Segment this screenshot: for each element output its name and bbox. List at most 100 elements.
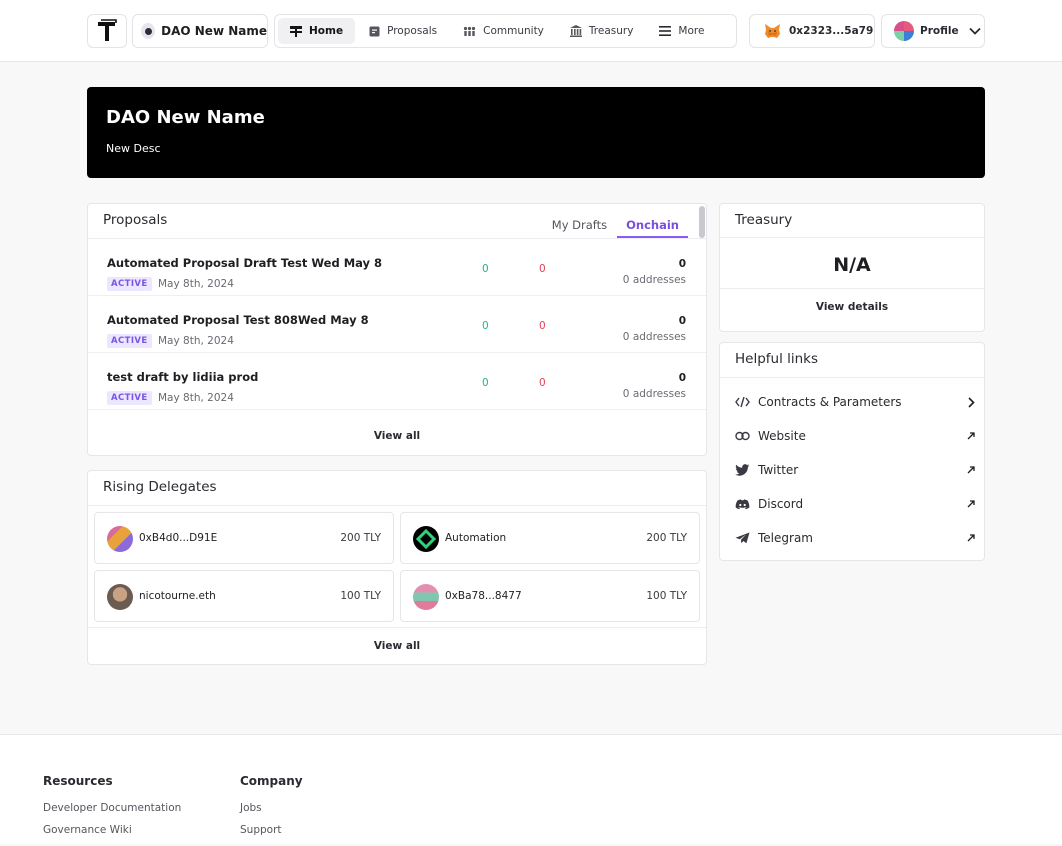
treasury-icon [569, 25, 582, 37]
page-footer: Resources Developer Documentation Govern… [0, 734, 1062, 844]
proposal-date: May 8th, 2024 [158, 335, 234, 347]
votes-for: 0 [482, 263, 489, 275]
link-discord[interactable]: Discord [735, 494, 975, 514]
dao-avatar-icon [141, 23, 156, 39]
treasury-header: Treasury [720, 204, 984, 238]
total-votes: 0 [678, 372, 686, 384]
links-title: Helpful links [735, 351, 819, 367]
external-arrow-icon [967, 466, 975, 474]
wallet-button[interactable]: 0x2323...5a79 [749, 14, 875, 48]
code-icon [735, 396, 750, 408]
delegate-name: nicotourne.eth [139, 590, 216, 602]
dao-selector[interactable]: DAO New Name [132, 14, 268, 48]
total-votes: 0 [678, 315, 686, 327]
treasury-view-details[interactable]: View details [720, 301, 984, 313]
treasury-divider [720, 288, 984, 289]
delegate-amount: 200 TLY [646, 532, 687, 544]
rising-delegates-card: Rising Delegates 0xB4d0...D91E 200 TLY A… [87, 470, 707, 665]
link-contracts-parameters[interactable]: Contracts & Parameters [735, 392, 975, 412]
voter-addresses: 0 addresses [622, 331, 686, 343]
delegate-name: 0xBa78...8477 [445, 590, 522, 602]
external-arrow-icon [967, 534, 975, 542]
chevron-right-icon [968, 396, 975, 408]
status-badge: ACTIVE [107, 391, 152, 405]
votes-for: 0 [482, 377, 489, 389]
voter-addresses: 0 addresses [622, 274, 686, 286]
delegate-amount: 100 TLY [340, 590, 381, 602]
proposal-date: May 8th, 2024 [158, 392, 234, 404]
community-icon [464, 26, 476, 36]
proposals-title: Proposals [103, 212, 168, 228]
nav-more-label: More [678, 25, 705, 37]
telegram-icon [735, 532, 750, 544]
status-badge: ACTIVE [107, 334, 152, 348]
delegate-card[interactable]: nicotourne.eth 100 TLY [94, 570, 394, 622]
nav-more[interactable]: More [647, 18, 716, 44]
wallet-address: 0x2323...5a79 [789, 25, 874, 37]
links-header: Helpful links [720, 343, 984, 378]
proposal-date: May 8th, 2024 [158, 278, 234, 290]
footer-link-support[interactable]: Support [240, 824, 303, 836]
link-telegram[interactable]: Telegram [735, 528, 975, 548]
link-website[interactable]: Website [735, 426, 975, 446]
footer-link-governance-wiki[interactable]: Governance Wiki [43, 824, 181, 836]
delegates-divider [88, 627, 706, 628]
proposal-name: Automated Proposal Test 808Wed May 8 [107, 313, 369, 327]
nav-proposals[interactable]: Proposals [357, 18, 449, 44]
footer-company-title: Company [240, 774, 303, 788]
delegates-view-all[interactable]: View all [88, 640, 706, 652]
footer-resources: Resources Developer Documentation Govern… [43, 774, 181, 846]
delegate-name: Automation [445, 532, 507, 544]
tally-logo-icon [98, 19, 117, 41]
proposals-card: Proposals My Drafts Onchain Automated Pr… [87, 203, 707, 456]
nav-treasury[interactable]: Treasury [558, 18, 646, 44]
voter-addresses: 0 addresses [622, 388, 686, 400]
delegates-title: Rising Delegates [103, 479, 217, 495]
delegate-card[interactable]: 0xB4d0...D91E 200 TLY [94, 512, 394, 564]
delegate-amount: 100 TLY [646, 590, 687, 602]
votes-for: 0 [482, 320, 489, 332]
app-logo[interactable] [87, 14, 127, 48]
proposals-view-all[interactable]: View all [88, 430, 706, 442]
scrollbar-thumb[interactable] [699, 206, 705, 238]
link-label: Contracts & Parameters [758, 395, 902, 409]
delegate-card[interactable]: Automation 200 TLY [400, 512, 700, 564]
delegate-amount: 200 TLY [340, 532, 381, 544]
twitter-icon [735, 464, 750, 476]
home-icon [290, 25, 302, 37]
proposal-name: Automated Proposal Draft Test Wed May 8 [107, 256, 383, 270]
votes-against: 0 [539, 377, 546, 389]
link-label: Website [758, 429, 806, 443]
profile-menu[interactable]: Profile [881, 14, 985, 48]
menu-icon [659, 26, 672, 36]
nav-home[interactable]: Home [278, 18, 356, 44]
dao-name: DAO New Name [161, 24, 267, 38]
metamask-fox-icon [765, 23, 780, 38]
votes-against: 0 [539, 320, 546, 332]
proposals-tabs: My Drafts Onchain [552, 218, 688, 238]
tab-onchain[interactable]: Onchain [617, 218, 688, 238]
nav-community[interactable]: Community [451, 18, 556, 44]
footer-link-developer-docs[interactable]: Developer Documentation [43, 802, 181, 814]
nav-proposals-label: Proposals [387, 25, 438, 37]
proposal-row[interactable]: Automated Proposal Test 808Wed May 8 ACT… [88, 296, 706, 353]
top-navigation: DAO New Name Home Proposals Community Tr… [0, 0, 1062, 62]
proposal-row[interactable]: Automated Proposal Draft Test Wed May 8 … [88, 239, 706, 296]
main-menu: Home Proposals Community Treasury More [274, 14, 737, 48]
treasury-title: Treasury [735, 212, 793, 228]
external-arrow-icon [967, 500, 975, 508]
delegate-avatar [107, 584, 133, 610]
treasury-value: N/A [833, 254, 871, 276]
votes-against: 0 [539, 263, 546, 275]
tab-my-drafts[interactable]: My Drafts [552, 218, 607, 238]
profile-label: Profile [920, 25, 959, 37]
delegate-card[interactable]: 0xBa78...8477 100 TLY [400, 570, 700, 622]
link-twitter[interactable]: Twitter [735, 460, 975, 480]
proposal-row[interactable]: test draft by lidiia prod ACTIVE May 8th… [88, 353, 706, 410]
status-badge: ACTIVE [107, 277, 152, 291]
helpful-links-card: Helpful links Contracts & Parameters Web… [719, 342, 985, 561]
link-label: Discord [758, 497, 804, 511]
footer-link-jobs[interactable]: Jobs [240, 802, 303, 814]
total-votes: 0 [678, 258, 686, 270]
dao-header: DAO New Name New Desc [87, 87, 985, 178]
